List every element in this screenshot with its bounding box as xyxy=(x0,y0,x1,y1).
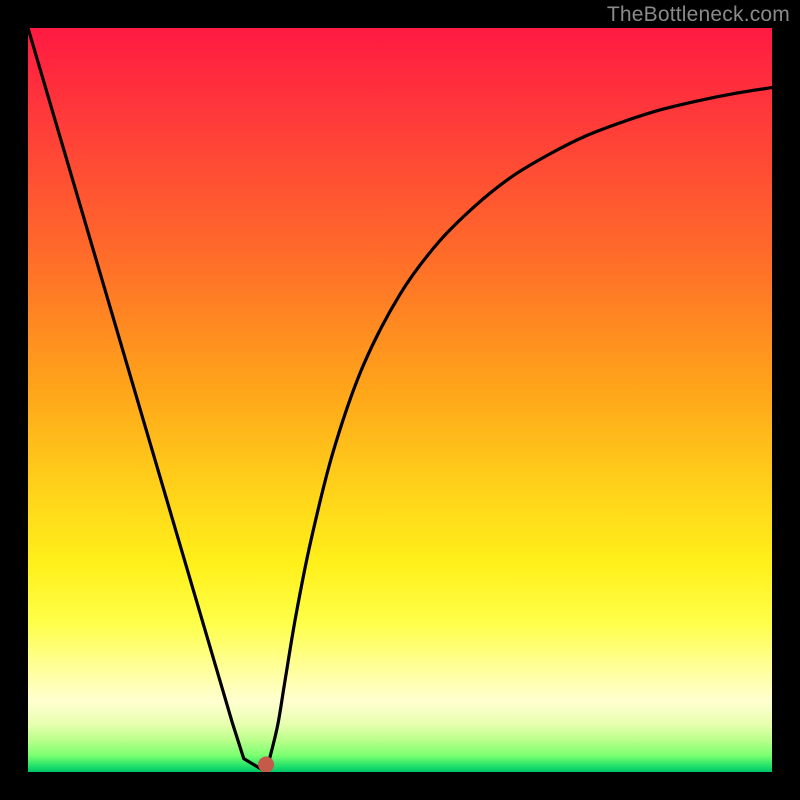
chart-plot-area xyxy=(28,28,772,772)
chart-frame: TheBottleneck.com xyxy=(0,0,800,800)
watermark-text: TheBottleneck.com xyxy=(607,3,790,27)
gradient-background xyxy=(28,28,772,772)
bottleneck-chart xyxy=(28,28,772,772)
optimal-point-marker xyxy=(258,757,274,772)
